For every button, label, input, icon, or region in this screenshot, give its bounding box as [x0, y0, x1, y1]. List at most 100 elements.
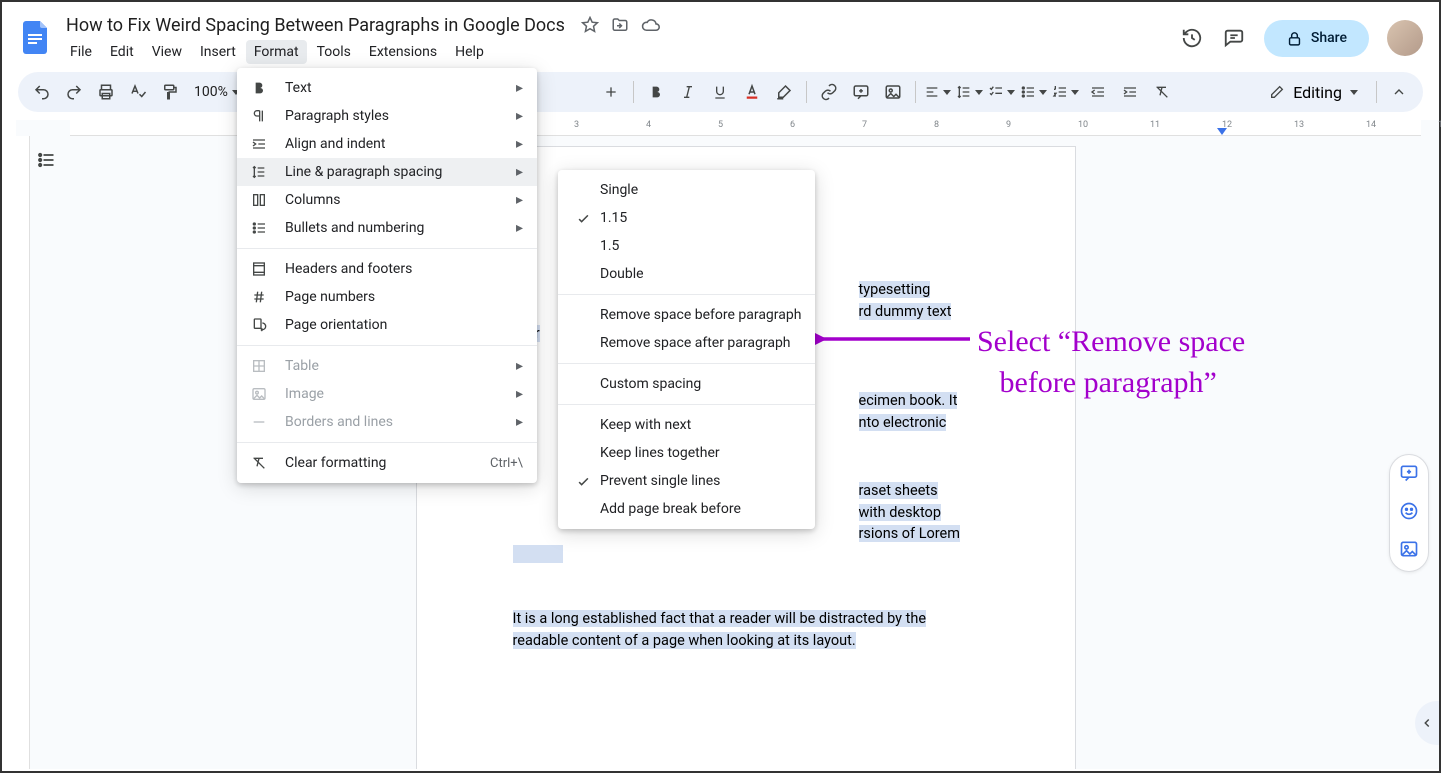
- menu-tools[interactable]: Tools: [309, 40, 359, 64]
- menu-align-indent[interactable]: Align and indent▸: [237, 130, 537, 158]
- pencil-icon: [1269, 84, 1285, 100]
- align-button[interactable]: [924, 78, 952, 106]
- shortcut-label: Ctrl+\: [490, 456, 523, 471]
- add-comment-button[interactable]: [847, 78, 875, 106]
- print-button[interactable]: [92, 78, 120, 106]
- paint-format-button[interactable]: [156, 78, 184, 106]
- checkmark-icon: [572, 211, 594, 226]
- remove-space-after-paragraph[interactable]: Remove space after paragraph: [558, 329, 815, 357]
- mode-label: Editing: [1293, 83, 1342, 102]
- line-spacing-button[interactable]: [956, 78, 984, 106]
- menu-image: Image▸: [237, 380, 537, 408]
- spacing-double[interactable]: Double: [558, 260, 815, 288]
- highlight-color-button[interactable]: [770, 78, 798, 106]
- move-folder-icon[interactable]: [611, 16, 629, 34]
- spacing-115[interactable]: 1.15: [558, 204, 815, 232]
- paragraph-icon: [251, 108, 271, 124]
- mode-switcher[interactable]: Editing: [1259, 79, 1368, 106]
- menu-format[interactable]: Format: [246, 40, 307, 64]
- vertical-ruler[interactable]: [16, 136, 30, 769]
- menubar: File Edit View Insert Format Tools Exten…: [62, 40, 1180, 64]
- increase-indent-button[interactable]: [1116, 78, 1144, 106]
- clear-formatting-button[interactable]: [1148, 78, 1176, 106]
- toolbar-separator: [633, 81, 634, 103]
- keep-with-next[interactable]: Keep with next: [558, 411, 815, 439]
- spacing-15[interactable]: 1.5: [558, 232, 815, 260]
- spellcheck-button[interactable]: [124, 78, 152, 106]
- menu-help[interactable]: Help: [447, 40, 492, 64]
- share-button[interactable]: Share: [1264, 20, 1369, 57]
- line-spacing-submenu: Single 1.15 1.5 Double Remove space befo…: [558, 170, 815, 529]
- caret-down-icon: [1350, 90, 1358, 95]
- text-color-button[interactable]: [738, 78, 766, 106]
- add-comment-icon[interactable]: [1399, 463, 1419, 487]
- menu-page-orientation[interactable]: Page orientation: [237, 311, 537, 339]
- caret-down-icon: [1071, 90, 1079, 95]
- menu-bullets-numbering[interactable]: Bullets and numbering▸: [237, 214, 537, 242]
- menu-text[interactable]: Text▸: [237, 74, 537, 102]
- insert-image-button[interactable]: [879, 78, 907, 106]
- font-size-increase-button[interactable]: [597, 78, 625, 106]
- hash-icon: [251, 289, 271, 305]
- caret-down-icon: [1007, 90, 1015, 95]
- menu-columns[interactable]: Columns▸: [237, 186, 537, 214]
- star-icon[interactable]: [581, 16, 599, 34]
- toolbar: 100% Editing: [18, 72, 1423, 112]
- bulleted-list-button[interactable]: [1020, 78, 1048, 106]
- menu-extensions[interactable]: Extensions: [361, 40, 445, 64]
- submenu-arrow-icon: ▸: [516, 80, 523, 96]
- floating-comment-rail: [1389, 454, 1429, 572]
- bold-button[interactable]: [642, 78, 670, 106]
- toolbar-separator: [915, 81, 916, 103]
- spacing-single[interactable]: Single: [558, 176, 815, 204]
- annotation-text: Select “Remove space before paragraph”: [977, 322, 1245, 403]
- menu-file[interactable]: File: [62, 40, 100, 64]
- clear-format-icon: [251, 455, 271, 471]
- menu-headers-footers[interactable]: Headers and footers: [237, 255, 537, 283]
- decrease-indent-button[interactable]: [1084, 78, 1112, 106]
- suggest-edits-icon[interactable]: [1399, 539, 1419, 563]
- align-icon: [251, 136, 271, 152]
- lock-icon: [1286, 30, 1303, 47]
- account-avatar[interactable]: [1387, 20, 1423, 56]
- numbered-list-button[interactable]: [1052, 78, 1080, 106]
- checklist-button[interactable]: [988, 78, 1016, 106]
- menu-insert[interactable]: Insert: [192, 40, 244, 64]
- add-page-break-before[interactable]: Add page break before: [558, 495, 815, 523]
- menu-divider: [237, 248, 537, 249]
- title-block: How to Fix Weird Spacing Between Paragra…: [62, 13, 1180, 64]
- insert-link-button[interactable]: [815, 78, 843, 106]
- menu-divider: [558, 294, 815, 295]
- share-label: Share: [1311, 30, 1347, 46]
- menu-paragraph-styles[interactable]: Paragraph styles▸: [237, 102, 537, 130]
- redo-button[interactable]: [60, 78, 88, 106]
- menu-page-numbers[interactable]: Page numbers: [237, 283, 537, 311]
- caret-down-icon: [1039, 90, 1047, 95]
- annotation-arrow: [812, 329, 972, 349]
- menu-view[interactable]: View: [144, 40, 190, 64]
- underline-button[interactable]: [706, 78, 734, 106]
- docs-logo-icon[interactable]: [18, 18, 54, 58]
- menu-line-paragraph-spacing[interactable]: Line & paragraph spacing▸: [237, 158, 537, 186]
- line-spacing-icon: [251, 164, 271, 180]
- titlebar: How to Fix Weird Spacing Between Paragra…: [2, 2, 1439, 66]
- custom-spacing[interactable]: Custom spacing: [558, 370, 815, 398]
- undo-button[interactable]: [28, 78, 56, 106]
- cloud-status-icon[interactable]: [641, 16, 660, 35]
- history-icon[interactable]: [1180, 26, 1204, 50]
- prevent-single-lines[interactable]: Prevent single lines: [558, 467, 815, 495]
- emoji-reaction-icon[interactable]: [1399, 501, 1419, 525]
- paragraph[interactable]: It is a long established fact that a rea…: [513, 608, 979, 652]
- remove-space-before-paragraph[interactable]: Remove space before paragraph: [558, 301, 815, 329]
- menu-divider: [237, 442, 537, 443]
- collapse-toolbar-button[interactable]: [1385, 78, 1413, 106]
- table-icon: [251, 358, 271, 374]
- caret-down-icon: [943, 90, 951, 95]
- menu-edit[interactable]: Edit: [102, 40, 142, 64]
- italic-button[interactable]: [674, 78, 702, 106]
- comments-icon[interactable]: [1222, 26, 1246, 50]
- document-title[interactable]: How to Fix Weird Spacing Between Paragra…: [62, 13, 569, 38]
- keep-lines-together[interactable]: Keep lines together: [558, 439, 815, 467]
- show-outline-button[interactable]: [36, 150, 56, 174]
- menu-clear-formatting[interactable]: Clear formattingCtrl+\: [237, 449, 537, 477]
